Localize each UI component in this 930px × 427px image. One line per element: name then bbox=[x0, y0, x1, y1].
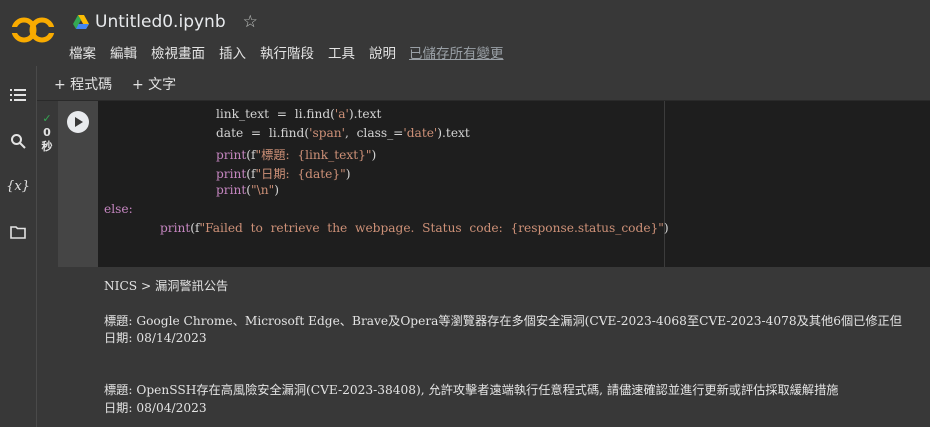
exec-time: 0 bbox=[43, 126, 51, 139]
menu-runtime[interactable]: 執行階段 bbox=[260, 42, 314, 62]
toolbar: + 程式碼 + 文字 bbox=[37, 66, 930, 101]
saved-status[interactable]: 已儲存所有變更 bbox=[409, 42, 504, 62]
folder-icon[interactable] bbox=[8, 222, 28, 242]
menu-help[interactable]: 說明 bbox=[369, 42, 396, 62]
search-icon[interactable] bbox=[8, 131, 28, 151]
menu-edit[interactable]: 編輯 bbox=[110, 42, 137, 62]
menu-list-icon[interactable] bbox=[8, 85, 28, 105]
code-line: date = li.find('span', class_='date').te… bbox=[216, 126, 470, 140]
code-line: print(f"日期: {date}") bbox=[216, 167, 351, 181]
drive-icon bbox=[73, 15, 89, 29]
output-line: 標題: OpenSSH存在高風險安全漏洞(CVE-2023-38408), 允許… bbox=[104, 383, 839, 397]
menu-view[interactable]: 檢視畫面 bbox=[151, 42, 205, 62]
code-line: print(f"標題: {link_text}") bbox=[216, 148, 377, 162]
header: Untitled0.ipynb ☆ 檔案 編輯 檢視畫面 插入 執行階段 工具 … bbox=[0, 0, 930, 66]
output-line: 日期: 08/04/2023 bbox=[104, 401, 207, 415]
run-icon[interactable] bbox=[67, 111, 89, 133]
check-icon: ✓ bbox=[42, 112, 52, 125]
menu-insert[interactable]: 插入 bbox=[219, 42, 246, 62]
notebook-title[interactable]: Untitled0.ipynb bbox=[95, 12, 226, 32]
exec-unit: 秒 bbox=[41, 140, 53, 153]
code-line: else: bbox=[104, 202, 133, 216]
add-text-button[interactable]: + 文字 bbox=[132, 74, 176, 94]
colab-logo[interactable] bbox=[11, 16, 55, 44]
code-line: link_text = li.find('a').text bbox=[216, 107, 382, 121]
output-left-bar bbox=[58, 267, 98, 427]
code-line: print(f"Failed to retrieve the webpage. … bbox=[160, 221, 669, 235]
menu-bar: 檔案 編輯 檢視畫面 插入 執行階段 工具 說明 已儲存所有變更 bbox=[69, 42, 518, 62]
star-icon[interactable]: ☆ bbox=[243, 12, 258, 32]
title-row: Untitled0.ipynb ☆ bbox=[73, 10, 258, 34]
left-rail: {x} bbox=[0, 66, 37, 427]
output-line: 標題: Google Chrome、Microsoft Edge、Brave及O… bbox=[104, 314, 902, 328]
execution-status: ✓ 0 秒 bbox=[39, 112, 55, 154]
code-ruler bbox=[664, 101, 665, 267]
add-code-button[interactable]: + 程式碼 bbox=[54, 74, 112, 94]
variables-icon[interactable]: {x} bbox=[6, 176, 30, 196]
output-line: NICS > 漏洞警訊公告 bbox=[104, 279, 229, 293]
menu-file[interactable]: 檔案 bbox=[69, 42, 96, 62]
output-line: 日期: 08/14/2023 bbox=[104, 331, 207, 345]
menu-tools[interactable]: 工具 bbox=[328, 42, 355, 62]
code-line: print("\n") bbox=[216, 183, 279, 197]
